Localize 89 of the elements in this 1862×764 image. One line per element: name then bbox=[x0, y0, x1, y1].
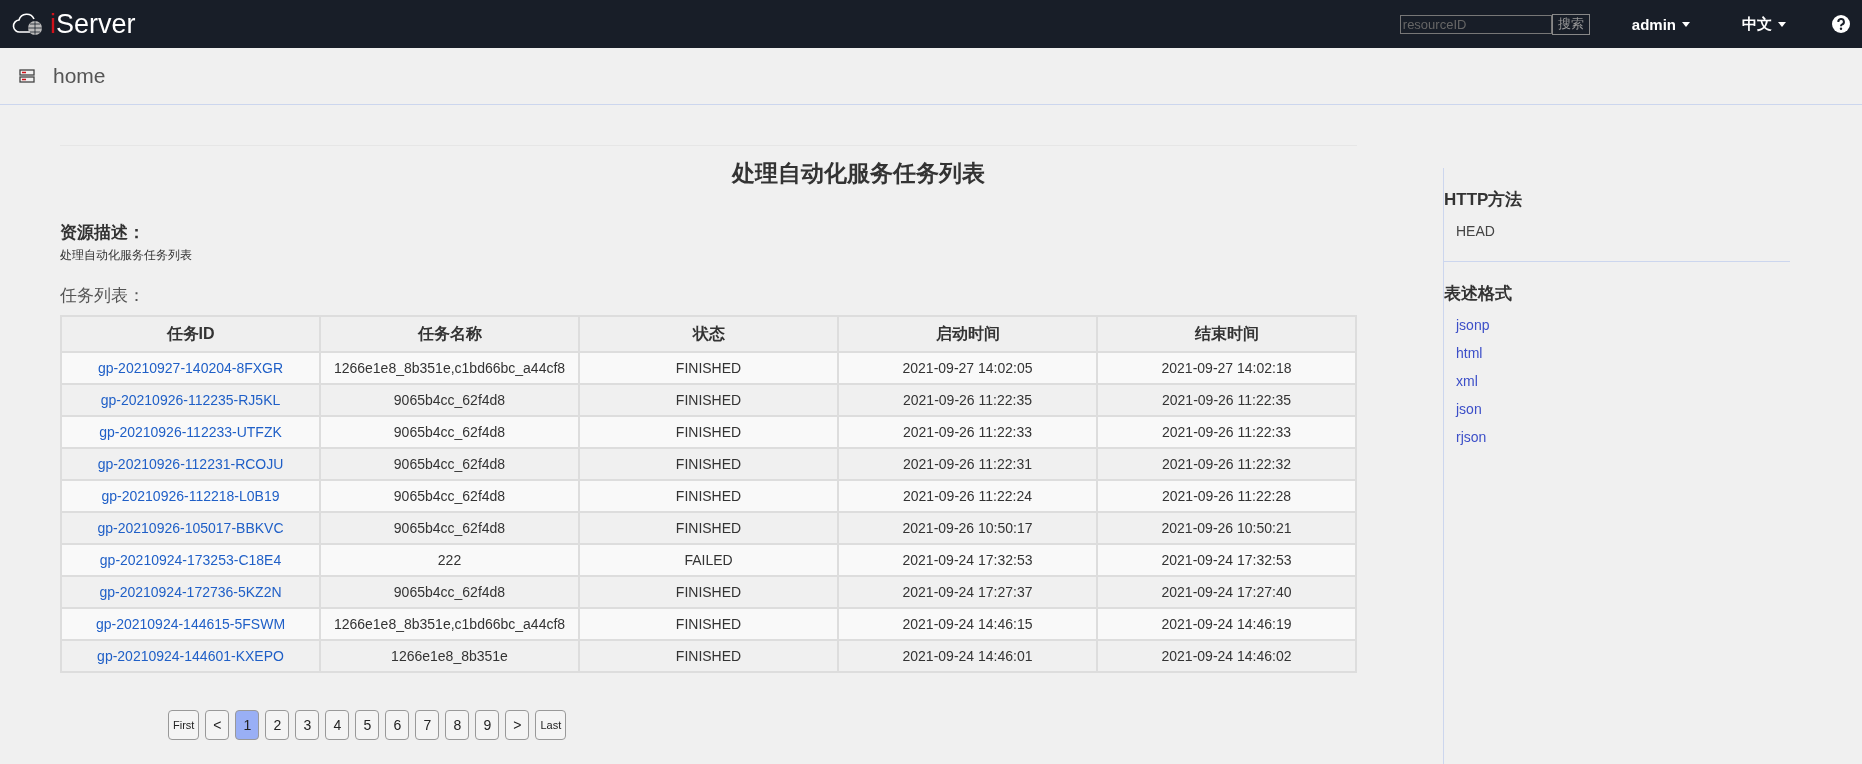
page-button[interactable]: 6 bbox=[385, 710, 410, 740]
search-button[interactable]: 搜索 bbox=[1551, 13, 1590, 35]
table-cell: 2021-09-26 11:22:31 bbox=[838, 448, 1097, 480]
table-cell: 2021-09-26 10:50:21 bbox=[1097, 512, 1356, 544]
table-cell: FINISHED bbox=[579, 608, 838, 640]
format-link[interactable]: rjson bbox=[1456, 429, 1487, 445]
table-cell: FINISHED bbox=[579, 448, 838, 480]
table-cell: 2021-09-26 11:22:35 bbox=[838, 384, 1097, 416]
description-text: 处理自动化服务任务列表 bbox=[60, 247, 193, 264]
help-icon[interactable] bbox=[1832, 15, 1850, 33]
table-cell: 2021-09-26 11:22:24 bbox=[838, 480, 1097, 512]
task-id-link[interactable]: gp-20210924-144601-KXEPO bbox=[97, 648, 284, 664]
table-cell: 9065b4cc_62f4d8 bbox=[320, 576, 579, 608]
table-cell: 1266e1e8_8b351e bbox=[320, 640, 579, 672]
table-cell: 2021-09-24 14:46:02 bbox=[1097, 640, 1356, 672]
table-cell: 2021-09-26 11:22:33 bbox=[838, 416, 1097, 448]
table-cell: 2021-09-24 14:46:01 bbox=[838, 640, 1097, 672]
table-cell: 2021-09-26 11:22:28 bbox=[1097, 480, 1356, 512]
table-cell: 2021-09-26 11:22:32 bbox=[1097, 448, 1356, 480]
formats-heading: 表述格式 bbox=[1444, 283, 1513, 305]
page-button[interactable]: 7 bbox=[415, 710, 440, 740]
format-link[interactable]: xml bbox=[1456, 373, 1478, 389]
page-button[interactable]: 3 bbox=[295, 710, 320, 740]
table-cell: 9065b4cc_62f4d8 bbox=[320, 512, 579, 544]
column-header: 启动时间 bbox=[838, 316, 1097, 352]
table-cell: 1266e1e8_8b351e,c1bd66bc_a44cf8 bbox=[320, 608, 579, 640]
page-button[interactable]: 9 bbox=[475, 710, 500, 740]
table-cell: FINISHED bbox=[579, 640, 838, 672]
http-method: HEAD bbox=[1456, 223, 1496, 239]
next-page-button[interactable]: > bbox=[505, 710, 530, 740]
table-cell: 2021-09-24 17:32:53 bbox=[1097, 544, 1356, 576]
table-cell: FINISHED bbox=[579, 384, 838, 416]
column-header: 任务名称 bbox=[320, 316, 579, 352]
table-cell: FAILED bbox=[579, 544, 838, 576]
task-id-link[interactable]: gp-20210927-140204-8FXGR bbox=[97, 360, 284, 376]
table-cell: FINISHED bbox=[579, 416, 838, 448]
previous-page-button[interactable]: < bbox=[205, 710, 230, 740]
task-list-heading: 任务列表： bbox=[60, 285, 146, 307]
table-cell: 9065b4cc_62f4d8 bbox=[320, 416, 579, 448]
table-cell: 2021-09-24 17:32:53 bbox=[838, 544, 1097, 576]
table-cell: 2021-09-24 14:46:15 bbox=[838, 608, 1097, 640]
table-cell: 2021-09-26 11:22:35 bbox=[1097, 384, 1356, 416]
http-methods-heading: HTTP方法 bbox=[1444, 189, 1524, 211]
task-id-link[interactable]: gp-20210926-105017-BBKVC bbox=[97, 520, 284, 536]
table-cell: 2021-09-24 17:27:37 bbox=[838, 576, 1097, 608]
column-header: 任务ID bbox=[61, 316, 320, 352]
page-title: 处理自动化服务任务列表 bbox=[730, 159, 986, 188]
format-link[interactable]: jsonp bbox=[1456, 317, 1490, 333]
page-button[interactable]: 1 bbox=[235, 710, 260, 740]
task-id-link[interactable]: gp-20210926-112233-UTFZK bbox=[99, 424, 282, 440]
table-cell: 2021-09-24 14:46:19 bbox=[1097, 608, 1356, 640]
table-cell: 2021-09-24 17:27:40 bbox=[1097, 576, 1356, 608]
first-page-button[interactable]: First bbox=[168, 710, 200, 740]
column-header: 结束时间 bbox=[1097, 316, 1356, 352]
table-cell: 1266e1e8_8b351e,c1bd66bc_a44cf8 bbox=[320, 352, 579, 384]
page-button[interactable]: 2 bbox=[265, 710, 290, 740]
table-cell: FINISHED bbox=[579, 480, 838, 512]
table-cell: 9065b4cc_62f4d8 bbox=[320, 480, 579, 512]
language-menu[interactable]: 中文 bbox=[1736, 13, 1792, 35]
table-cell: FINISHED bbox=[579, 352, 838, 384]
description-heading: 资源描述： bbox=[60, 222, 146, 244]
page-button[interactable]: 5 bbox=[355, 710, 380, 740]
cloud-globe-logo-icon bbox=[12, 12, 44, 36]
task-id-link[interactable]: gp-20210926-112231-RCOJU bbox=[97, 456, 284, 472]
format-link[interactable]: json bbox=[1456, 401, 1482, 417]
server-icon bbox=[19, 69, 35, 83]
task-id-link[interactable]: gp-20210924-144615-5FSWM bbox=[95, 616, 286, 632]
table-cell: 2021-09-26 11:22:33 bbox=[1097, 416, 1356, 448]
table-cell: 2021-09-26 10:50:17 bbox=[838, 512, 1097, 544]
task-id-link[interactable]: gp-20210926-112218-L0B19 bbox=[101, 488, 280, 504]
format-link[interactable]: html bbox=[1456, 345, 1483, 361]
page-button[interactable]: 4 bbox=[325, 710, 350, 740]
breadcrumb-label: home bbox=[53, 64, 106, 88]
page-button[interactable]: 8 bbox=[445, 710, 470, 740]
table-cell: 2021-09-27 14:02:05 bbox=[838, 352, 1097, 384]
table-cell: 9065b4cc_62f4d8 bbox=[320, 384, 579, 416]
table-cell: 2021-09-27 14:02:18 bbox=[1097, 352, 1356, 384]
table-cell: FINISHED bbox=[579, 512, 838, 544]
task-id-link[interactable]: gp-20210926-112235-RJ5KL bbox=[100, 392, 281, 408]
search-field[interactable]: resourceID bbox=[1399, 14, 1552, 34]
table-cell: 222 bbox=[320, 544, 579, 576]
table-cell: 9065b4cc_62f4d8 bbox=[320, 448, 579, 480]
column-header: 状态 bbox=[579, 316, 838, 352]
task-id-link[interactable]: gp-20210924-173253-C18E4 bbox=[99, 552, 282, 568]
last-page-button[interactable]: Last bbox=[535, 710, 567, 740]
app-logo-text: iServer bbox=[50, 8, 136, 40]
task-id-link[interactable]: gp-20210924-172736-5KZ2N bbox=[99, 584, 282, 600]
table-cell: FINISHED bbox=[579, 576, 838, 608]
user-menu[interactable]: admin bbox=[1625, 14, 1696, 34]
